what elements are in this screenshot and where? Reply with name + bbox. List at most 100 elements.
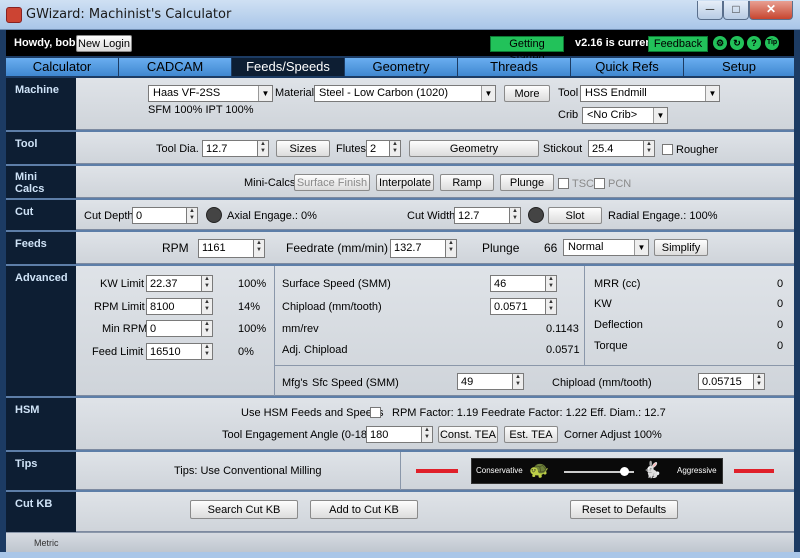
tool-label: Tool (558, 87, 579, 99)
feed-limit-spinner[interactable]: ▲ ▼ (202, 343, 213, 360)
kw-limit-percent: 100% (238, 278, 267, 290)
tool-select[interactable]: HSS Endmill ▼ (580, 85, 720, 102)
min-rpm-input[interactable]: 0 (146, 320, 202, 337)
rougher-label: Rougher (676, 144, 719, 156)
surface-finish-button[interactable]: Surface Finish (294, 174, 370, 191)
more-button[interactable]: More (504, 85, 550, 102)
kw-limit-spinner[interactable]: ▲ ▼ (202, 275, 213, 292)
mini-calcs-panel: Mini-Calcs Surface Finish Interpolate Ra… (76, 166, 794, 198)
kw-value: 0 (777, 298, 784, 310)
ramp-button[interactable]: Ramp (440, 174, 494, 191)
crib-select[interactable]: <No Crib> ▼ (582, 107, 668, 124)
feed-limit-label: Feed Limit (92, 346, 144, 358)
search-cut-kb-button[interactable]: Search Cut KB (190, 500, 298, 519)
tab-quick-refs[interactable]: Quick Refs (571, 58, 684, 76)
tea-spinner[interactable]: ▲ ▼ (422, 426, 433, 443)
tab-feeds-speeds[interactable]: Feeds/Speeds (232, 58, 345, 76)
use-hsm-label: Use HSM Feeds and Speeds (241, 407, 384, 419)
rpm-limit-input[interactable]: 8100 (146, 298, 202, 315)
close-button[interactable]: ✕ (749, 1, 793, 20)
gauge-icon[interactable] (206, 207, 222, 223)
mfg-sfc-speed-input[interactable]: 49 (457, 373, 513, 390)
rpm-spinner[interactable]: ▲ ▼ (254, 239, 265, 258)
rpm-limit-spinner[interactable]: ▲ ▼ (202, 298, 213, 315)
feed-mode-select[interactable]: Normal ▼ (563, 239, 649, 256)
simplify-button[interactable]: Simplify (654, 239, 708, 256)
flutes-spinner[interactable]: ▲ ▼ (390, 140, 401, 157)
geometry-button[interactable]: Geometry (409, 140, 539, 157)
reset-to-defaults-button[interactable]: Reset to Defaults (570, 500, 678, 519)
rpm-limit-label: RPM Limit (94, 301, 145, 313)
surface-speed-spinner[interactable]: ▲ ▼ (546, 275, 557, 292)
tab-cadcam[interactable]: CADCAM (119, 58, 232, 76)
tsc-checkbox[interactable] (558, 178, 569, 189)
minimize-button[interactable]: ─ (697, 1, 723, 20)
plunge-label: Plunge (482, 241, 520, 255)
rabbit-icon: 🐇 (642, 462, 662, 479)
slot-button[interactable]: Slot (548, 207, 602, 224)
maximize-button[interactable]: □ (723, 1, 749, 20)
tea-label: Tool Engagement Angle (0-180) (222, 429, 377, 441)
mm-rev-label: mm/rev (282, 323, 319, 335)
cut-width-input[interactable]: 12.7 (454, 207, 510, 224)
machine-select[interactable]: Haas VF-2SS ▼ (148, 85, 273, 102)
feed-limit-input[interactable]: 16510 (146, 343, 202, 360)
gauge-icon[interactable] (528, 207, 544, 223)
mfg-label: Mfg's (282, 377, 308, 389)
chipload-input[interactable]: 0.0571 (490, 298, 546, 315)
rougher-checkbox[interactable] (662, 144, 673, 155)
rpm-input[interactable]: 1161 (198, 239, 254, 258)
cut-depth-spinner[interactable]: ▲ ▼ (187, 207, 198, 224)
tab-setup[interactable]: Setup (684, 58, 794, 76)
sizes-button[interactable]: Sizes (276, 140, 330, 157)
surface-speed-input[interactable]: 46 (490, 275, 546, 292)
const-tea-button[interactable]: Const. TEA (438, 426, 498, 443)
mfg-chipload-input[interactable]: 0.05715 (698, 373, 754, 390)
use-hsm-checkbox[interactable] (370, 407, 381, 418)
tip-icon[interactable]: Tip (765, 36, 779, 50)
tool-dia-input[interactable]: 12.7 (202, 140, 258, 157)
min-rpm-spinner[interactable]: ▲ ▼ (202, 320, 213, 337)
mfg-chipload-spinner[interactable]: ▲ ▼ (754, 373, 765, 390)
slider-thumb[interactable] (619, 467, 629, 476)
refresh-icon[interactable]: ↻ (730, 36, 744, 50)
section-label-tips: Tips (6, 452, 76, 490)
aggressive-indicator (734, 469, 774, 473)
section-label-tool: Tool (6, 132, 76, 164)
stickout-spinner[interactable]: ▲ ▼ (644, 140, 655, 157)
top-bar: Howdy, bob! New Login Getting Started v2… (6, 30, 794, 64)
kw-limit-input[interactable]: 22.37 (146, 275, 202, 292)
tsc-label: TSC (572, 178, 594, 190)
feedrate-input[interactable]: 132.7 (390, 239, 446, 258)
stickout-input[interactable]: 25.4 (588, 140, 644, 157)
chipload-spinner[interactable]: ▲ ▼ (546, 298, 557, 315)
cut-depth-input[interactable]: 0 (132, 207, 187, 224)
forum-icon[interactable]: ⚙ (713, 36, 727, 50)
getting-started-button[interactable]: Getting Started (490, 36, 564, 64)
mfg-sfc-speed-spinner[interactable]: ▲ ▼ (513, 373, 524, 390)
section-label-advanced: Advanced (6, 266, 76, 396)
tool-dia-spinner[interactable]: ▲ ▼ (258, 140, 269, 157)
new-login-button[interactable]: New Login (76, 35, 132, 52)
chevron-down-icon: ▼ (634, 240, 648, 255)
tab-threads[interactable]: Threads (458, 58, 571, 76)
est-tea-button[interactable]: Est. TEA (504, 426, 558, 443)
material-select[interactable]: Steel - Low Carbon (1020) ▼ (314, 85, 496, 102)
cut-width-label: Cut Width (407, 210, 456, 222)
adj-chipload-value: 0.0571 (546, 344, 580, 356)
chipload-label: Chipload (mm/tooth) (282, 301, 382, 313)
add-to-cut-kb-button[interactable]: Add to Cut KB (310, 500, 418, 519)
section-label-feeds: Feeds (6, 232, 76, 264)
help-icon[interactable]: ? (747, 36, 761, 50)
plunge-button[interactable]: Plunge (500, 174, 554, 191)
feedrate-spinner[interactable]: ▲ ▼ (446, 239, 457, 258)
feedback-button[interactable]: Feedback (648, 36, 708, 52)
cut-width-spinner[interactable]: ▲ ▼ (510, 207, 521, 224)
flutes-input[interactable]: 2 (366, 140, 390, 157)
tab-calculator[interactable]: Calculator (6, 58, 119, 76)
interpolate-button[interactable]: Interpolate (376, 174, 434, 191)
pcn-checkbox[interactable] (594, 178, 605, 189)
aggressiveness-slider[interactable]: Conservative 🐢 🐇 Aggressive (471, 458, 723, 484)
tab-geometry[interactable]: Geometry (345, 58, 458, 76)
tea-input[interactable]: 180 (366, 426, 422, 443)
